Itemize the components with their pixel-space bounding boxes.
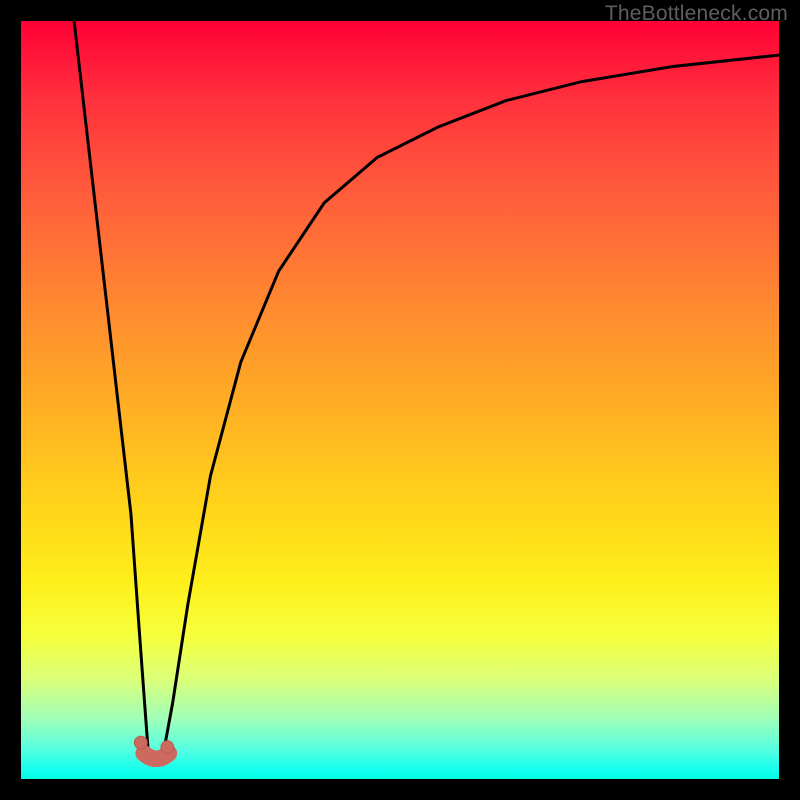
marker-dot-left xyxy=(134,736,147,749)
chart-plot-area xyxy=(21,21,779,779)
curve-left-branch xyxy=(74,21,148,753)
chart-overlay-svg xyxy=(21,21,779,779)
watermark-label: TheBottleneck.com xyxy=(605,2,788,26)
trough-connector xyxy=(144,753,169,759)
marker-dot-right xyxy=(161,741,174,754)
curve-right-branch xyxy=(164,55,780,752)
